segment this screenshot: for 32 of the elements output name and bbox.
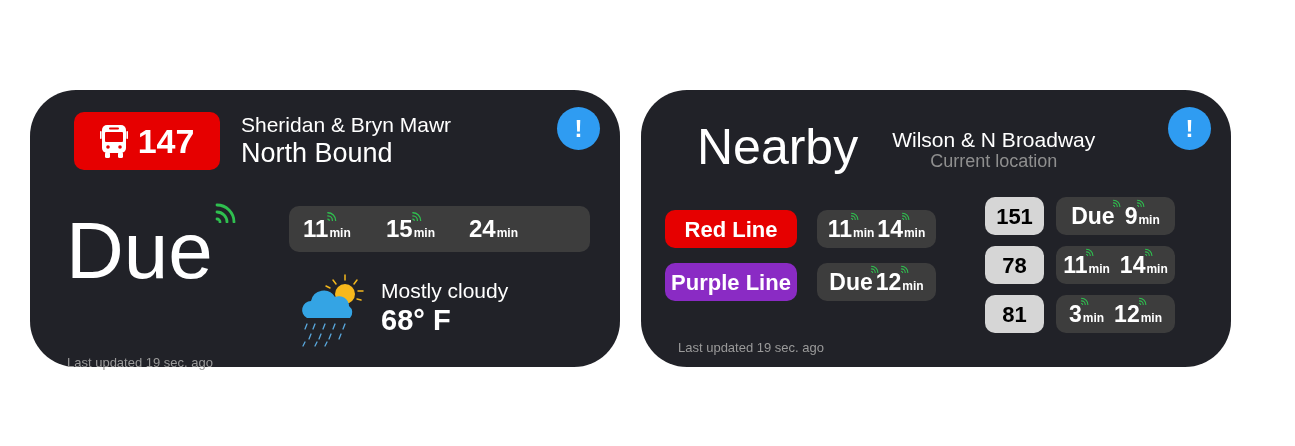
- arrival-time: 9min: [1124, 204, 1160, 228]
- arrival-time: 11min: [1063, 253, 1110, 277]
- arrival-time: Due: [829, 270, 873, 294]
- widget-title: Nearby: [697, 118, 859, 177]
- direction-label: North Bound: [241, 137, 394, 170]
- update-time: Last updated 19 sec. ago: [67, 355, 213, 370]
- alert-button[interactable]: !: [557, 107, 600, 150]
- arrival-time: 14min: [877, 217, 926, 241]
- arrival-time: 15min: [386, 217, 436, 241]
- alert-button[interactable]: !: [1168, 107, 1211, 150]
- arrival-time: 12min: [875, 270, 924, 294]
- arrival-time: Due: [1071, 204, 1115, 228]
- stop-name: Sheridan & Bryn Mawr: [241, 112, 452, 138]
- line-badge: Red Line: [665, 210, 797, 248]
- arrival-time: 11min: [303, 217, 351, 241]
- arrival-time: 11min: [827, 217, 875, 241]
- route-badge: 151: [985, 197, 1044, 235]
- route-badge: 81: [985, 295, 1044, 333]
- update-time: Last updated 19 sec. ago: [678, 340, 824, 355]
- bus-icon: [99, 123, 128, 159]
- arrival-time: 14min: [1119, 253, 1168, 277]
- temperature: 68° F: [381, 303, 452, 338]
- route-badge: 78: [985, 246, 1044, 284]
- weather-condition: Mostly cloudy: [381, 278, 509, 304]
- route-number: 147: [137, 124, 195, 158]
- arrival-time: 24min: [469, 217, 519, 241]
- line-badge: Purple Line: [665, 263, 797, 301]
- arrival-time: 3min: [1068, 302, 1105, 326]
- stop-name: Wilson & N Broadway: [892, 127, 1096, 151]
- location-label: Current location: [930, 150, 1058, 173]
- next-arrival: Due: [66, 206, 213, 295]
- arrival-time: 12min: [1114, 302, 1163, 326]
